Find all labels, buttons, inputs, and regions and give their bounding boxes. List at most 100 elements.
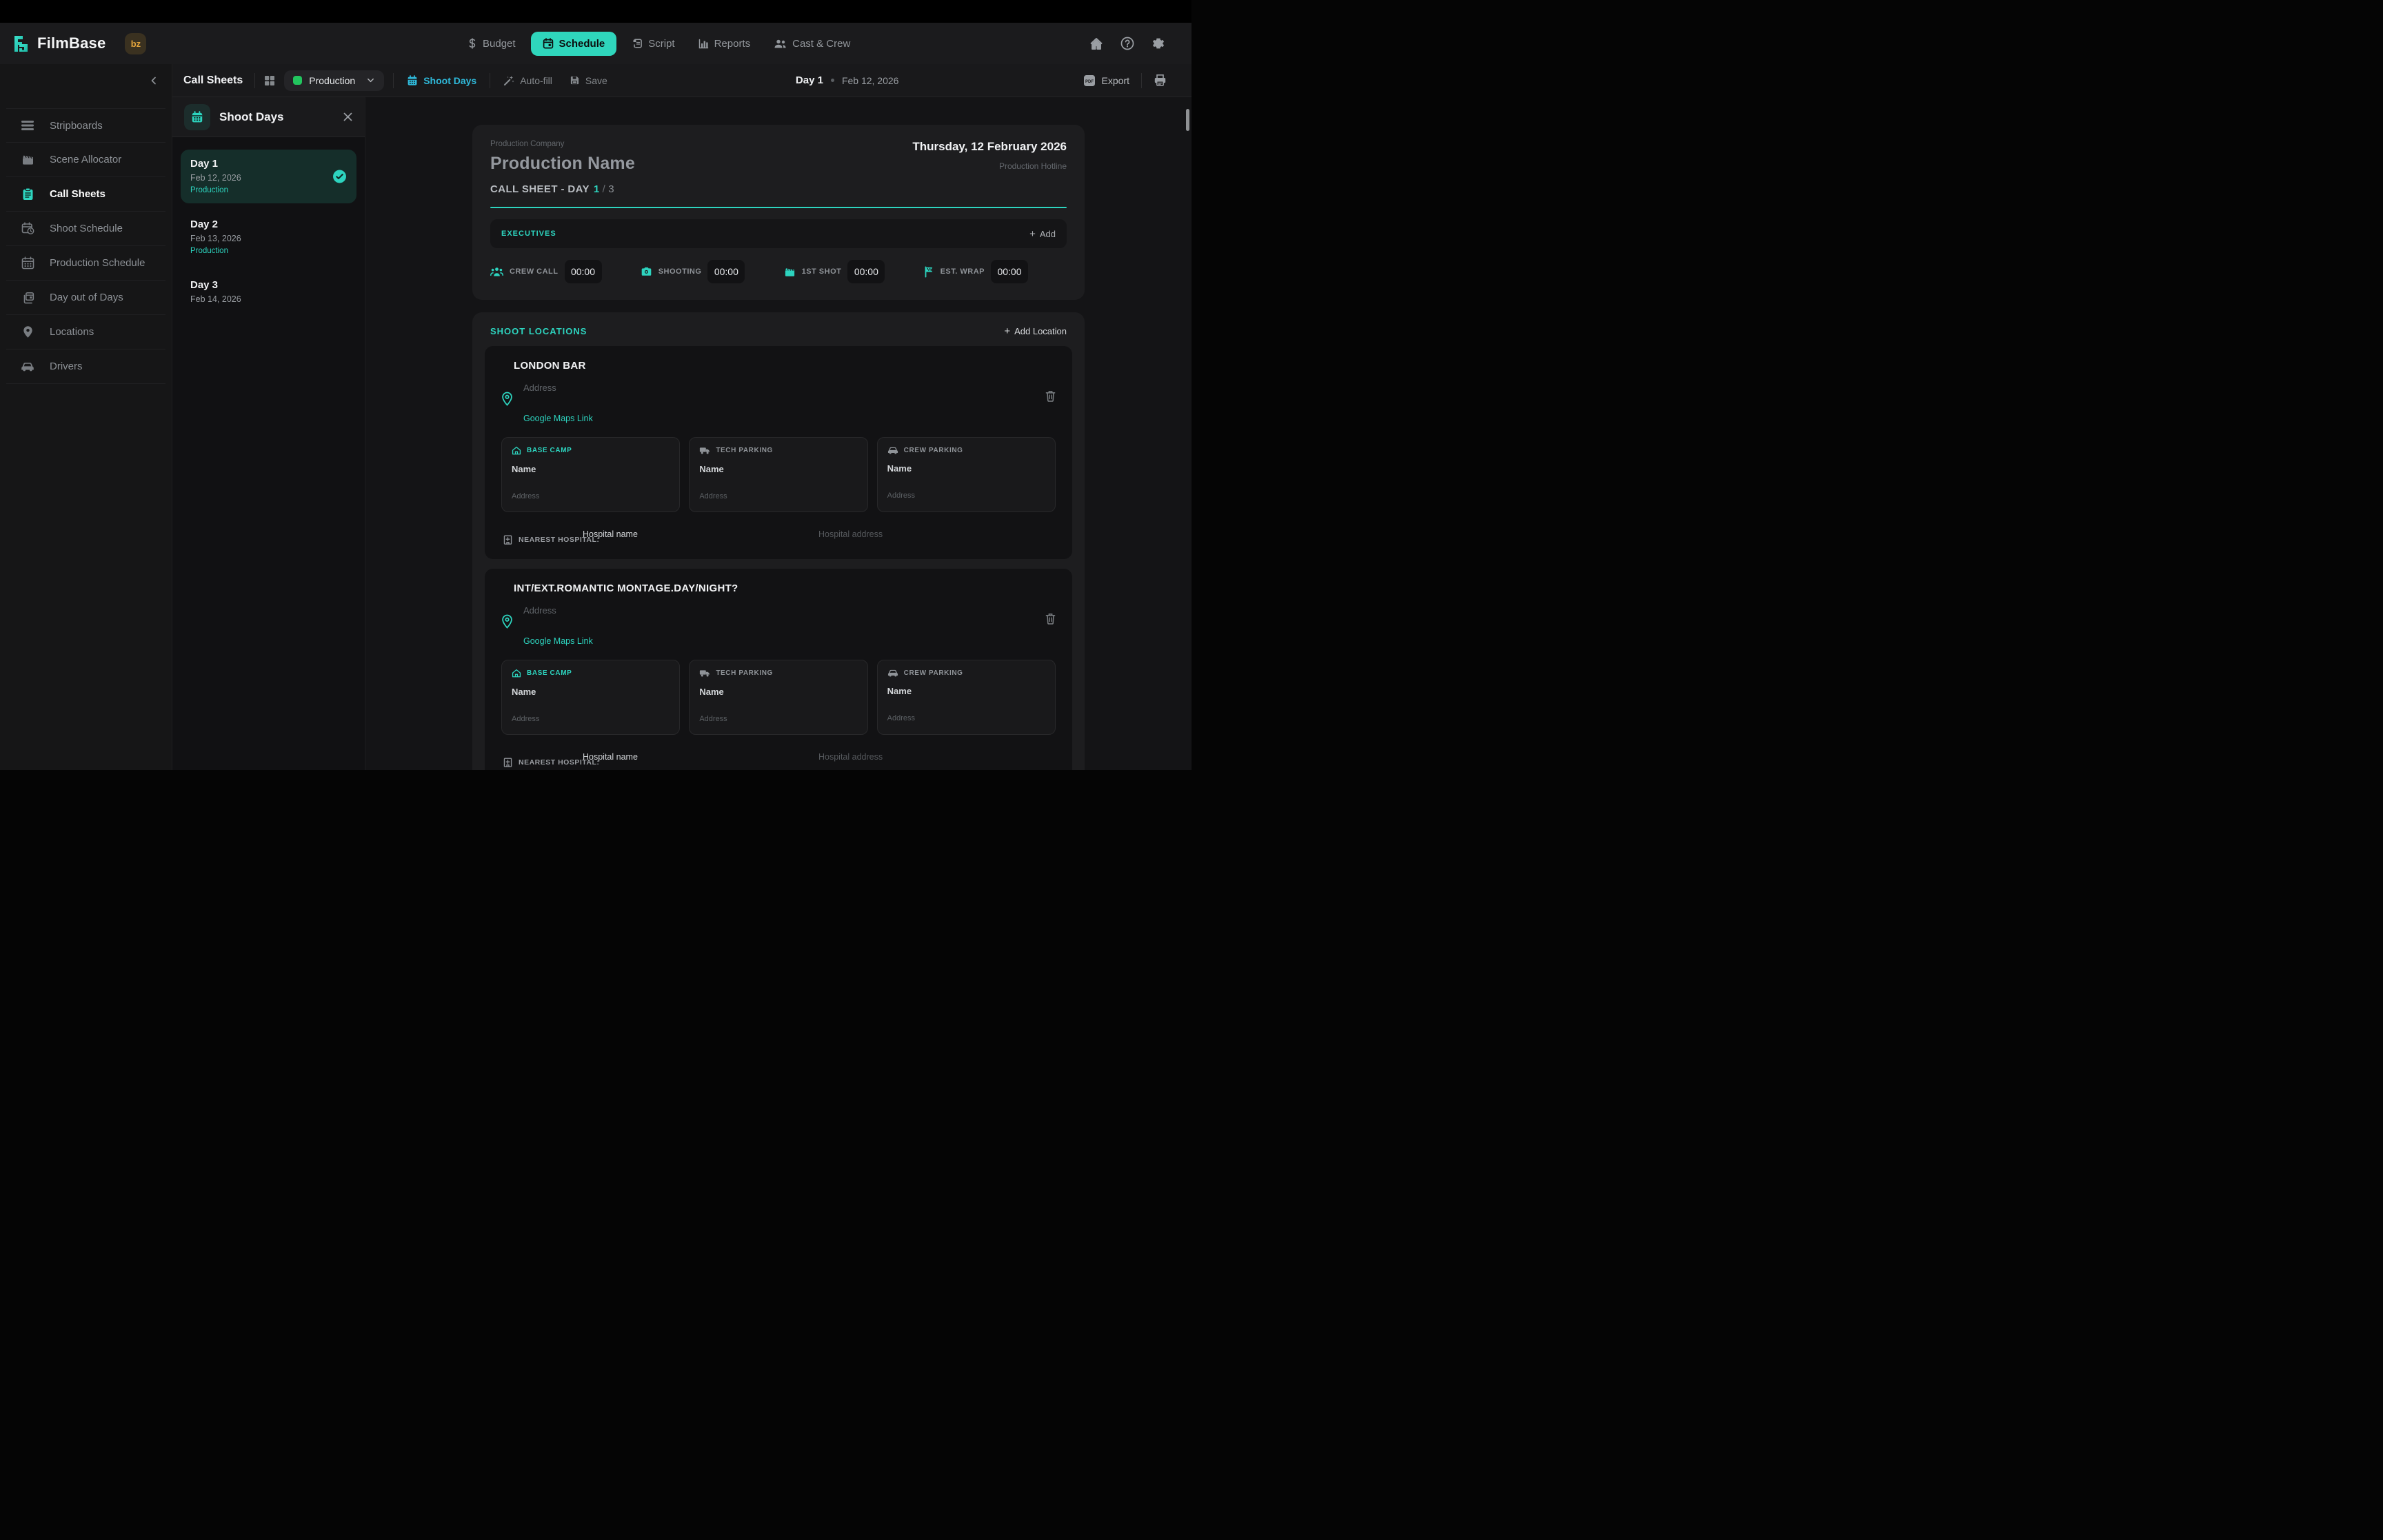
help-icon[interactable] — [1120, 37, 1134, 50]
add-executive-button[interactable]: + Add — [1029, 229, 1056, 239]
production-hotline-field[interactable]: Production Hotline — [912, 161, 1067, 171]
production-dropdown-value: Production — [309, 75, 355, 86]
location-name[interactable]: LONDON BAR — [514, 360, 1056, 372]
nav-schedule[interactable]: Schedule — [531, 32, 617, 56]
shoot-locations-card: SHOOT LOCATIONS + Add Location LONDON BA… — [472, 312, 1085, 770]
sidebar-item-shoot-schedule[interactable]: Shoot Schedule — [6, 212, 165, 246]
crew-parking-address-field[interactable]: Address — [887, 714, 1045, 722]
calendar-grid-icon — [21, 256, 34, 270]
location-address-field[interactable]: Address — [523, 383, 1045, 393]
trash-icon[interactable] — [1045, 390, 1056, 402]
callsheet-header-card: Production Company Production Name CALL … — [472, 125, 1085, 300]
first-shot-time-input[interactable] — [847, 260, 885, 283]
crew-parking-name-field[interactable]: Name — [887, 463, 1045, 474]
home-icon[interactable] — [1089, 37, 1103, 50]
production-company-field[interactable]: Production Company — [490, 140, 635, 148]
nav-cast-crew[interactable]: Cast & Crew — [765, 32, 858, 55]
page-scrollbar-thumb[interactable] — [1186, 109, 1189, 131]
tech-parking-address-field[interactable]: Address — [699, 492, 857, 500]
check-circle-icon — [332, 170, 347, 184]
shooting-time-input[interactable] — [707, 260, 745, 283]
app-logo[interactable]: FilmBase — [12, 34, 105, 53]
magic-wand-icon — [503, 75, 514, 86]
base-camp-address-field[interactable]: Address — [512, 492, 670, 500]
est-wrap-time-input[interactable] — [991, 260, 1028, 283]
close-icon[interactable] — [343, 112, 353, 122]
shoot-day-item-2[interactable]: Day 2 Feb 13, 2026 Production — [181, 210, 356, 264]
crew-call-time: CREW CALL — [490, 260, 602, 283]
clipboard-icon — [21, 188, 34, 201]
base-camp-name-field[interactable]: Name — [512, 464, 670, 474]
google-maps-link[interactable]: Google Maps Link — [523, 636, 593, 646]
location-card-romantic-montage: INT/EXT.ROMANTIC MONTAGE.DAY/NIGHT? Addr… — [485, 569, 1072, 770]
finish-flag-icon — [924, 266, 934, 278]
google-maps-link[interactable]: Google Maps Link — [523, 414, 593, 423]
add-location-button[interactable]: + Add Location — [1004, 326, 1067, 336]
grid-view-icon[interactable] — [264, 75, 275, 86]
tech-parking-card: TECH PARKING Name Address — [689, 437, 867, 512]
nav-script[interactable]: Script — [623, 32, 683, 55]
shooting-time: SHOOTING — [641, 260, 745, 283]
production-color-swatch — [293, 76, 302, 85]
first-shot-time: 1ST SHOT — [784, 260, 885, 283]
plus-icon: + — [1029, 229, 1036, 239]
current-day-label: Day 1 — [796, 74, 823, 86]
hospital-icon — [503, 757, 513, 768]
divider — [393, 73, 394, 88]
sidebar-item-stripboards[interactable]: Stripboards — [6, 108, 165, 143]
sidebar-item-day-out-of-days[interactable]: Day out of Days — [6, 281, 165, 315]
callsheet-day-line: CALL SHEET - DAY1/3 — [490, 183, 635, 195]
sidebar-item-production-schedule[interactable]: Production Schedule — [6, 246, 165, 281]
sidebar-item-scene-allocator[interactable]: Scene Allocator — [6, 143, 165, 177]
shoot-day-item-1[interactable]: Day 1 Feb 12, 2026 Production — [181, 150, 356, 203]
tech-parking-address-field[interactable]: Address — [699, 715, 857, 723]
crew-parking-name-field[interactable]: Name — [887, 686, 1045, 696]
car-icon — [887, 669, 898, 677]
hospital-name-field[interactable]: Hospital name — [583, 752, 638, 762]
topbar: FilmBase bz Budget Schedule Script Repor — [0, 23, 1192, 64]
tech-parking-name-field[interactable]: Name — [699, 464, 857, 474]
sidebar-item-call-sheets[interactable]: Call Sheets — [6, 177, 165, 212]
day-total: 3 — [608, 183, 614, 195]
location-address-field[interactable]: Address — [523, 605, 1045, 616]
settings-gear-icon[interactable] — [1152, 37, 1165, 50]
crew-parking-address-field[interactable]: Address — [887, 492, 1045, 500]
base-camp-address-field[interactable]: Address — [512, 715, 670, 723]
clapperboard-icon — [21, 154, 34, 165]
nearest-hospital-row: NEAREST HOSPITAL: Hospital name Hospital… — [501, 525, 1056, 545]
map-pin-icon — [501, 392, 513, 406]
hospital-address-field[interactable]: Hospital address — [818, 752, 883, 762]
callsheet-content: Production Company Production Name CALL … — [365, 97, 1192, 770]
chevron-down-icon — [366, 76, 375, 85]
base-camp-name-field[interactable]: Name — [512, 687, 670, 697]
production-name-field[interactable]: Production Name — [490, 154, 635, 174]
tab-shoot-days[interactable]: Shoot Days — [403, 75, 481, 86]
sidebar-item-locations[interactable]: Locations — [6, 315, 165, 349]
shoot-day-item-3[interactable]: Day 3 Feb 14, 2026 — [181, 271, 356, 313]
crew-call-time-input[interactable] — [565, 260, 602, 283]
sidebar-item-drivers[interactable]: Drivers — [6, 349, 165, 384]
production-dropdown[interactable]: Production — [284, 70, 384, 91]
tech-parking-name-field[interactable]: Name — [699, 687, 857, 697]
save-button[interactable]: Save — [565, 75, 612, 86]
nav-reports[interactable]: Reports — [690, 32, 759, 55]
print-icon[interactable] — [1154, 74, 1167, 87]
map-pin-icon — [21, 325, 34, 338]
auto-fill-button[interactable]: Auto-fill — [499, 75, 556, 86]
user-avatar-badge[interactable]: bz — [125, 33, 146, 54]
divider — [254, 73, 255, 88]
shoot-days-list: Day 1 Feb 12, 2026 Production Day 2 Feb … — [172, 137, 365, 332]
sidebar-nav: Stripboards Scene Allocator Call Sheets … — [0, 97, 172, 384]
crew-parking-card: CREW PARKING Name Address — [877, 660, 1056, 735]
trash-icon[interactable] — [1045, 613, 1056, 625]
hospital-address-field[interactable]: Hospital address — [818, 529, 883, 539]
sidebar-collapse-icon[interactable] — [150, 77, 158, 85]
base-camp-house-icon — [512, 669, 521, 678]
calendar-icon — [184, 104, 210, 130]
nav-budget[interactable]: Budget — [459, 32, 524, 55]
tech-parking-card: TECH PARKING Name Address — [689, 660, 867, 735]
hospital-name-field[interactable]: Hospital name — [583, 529, 638, 539]
app-logo-text: FilmBase — [37, 34, 105, 52]
export-button[interactable]: PDF Export — [1083, 74, 1129, 87]
location-name[interactable]: INT/EXT.ROMANTIC MONTAGE.DAY/NIGHT? — [514, 582, 1056, 594]
